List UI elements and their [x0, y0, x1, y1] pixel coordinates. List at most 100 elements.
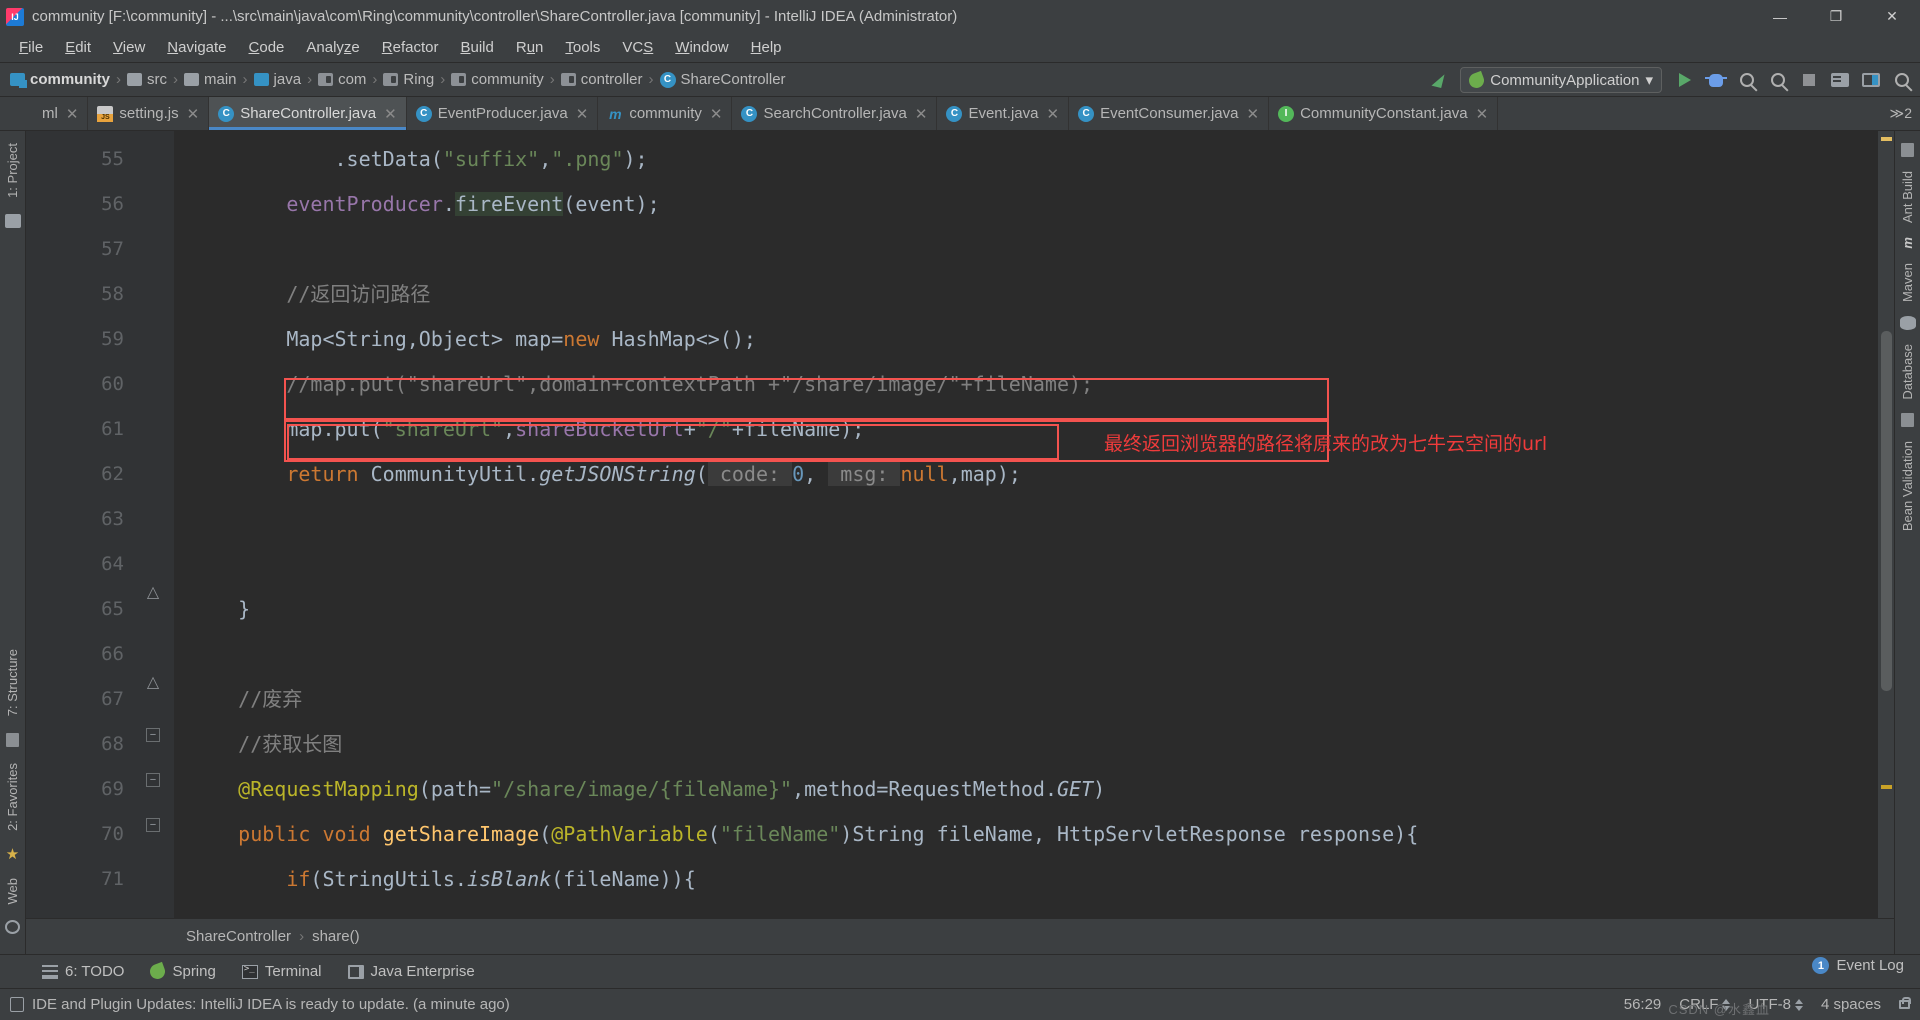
tool-window-todo[interactable]: 6: TODO — [42, 963, 124, 980]
tool-window-event-log[interactable]: 1 Event Log — [1812, 957, 1904, 974]
menu-view[interactable]: View — [102, 36, 156, 59]
breadcrumb-item-controller[interactable]: controller — [560, 71, 643, 88]
sidebar-item-structure[interactable]: 7: Structure — [5, 643, 20, 722]
breadcrumb-item-sharecontroller[interactable]: C ShareController — [659, 71, 786, 88]
menu-navigate[interactable]: Navigate — [156, 36, 237, 59]
fold-brace-icon[interactable]: △ — [146, 585, 160, 601]
breadcrumb-item-community-pkg[interactable]: community — [451, 71, 544, 88]
code-line[interactable] — [174, 227, 1894, 272]
menu-code[interactable]: Code — [238, 36, 296, 59]
tab-searchcontroller-java[interactable]: C SearchController.java ✕ — [732, 97, 938, 130]
breadcrumb-item-com[interactable]: com — [318, 71, 366, 88]
warning-marker[interactable] — [1881, 137, 1892, 141]
structure-icon[interactable] — [6, 732, 19, 747]
warning-marker[interactable] — [1881, 785, 1892, 789]
maven-m-icon[interactable]: m — [1900, 231, 1915, 255]
status-message[interactable]: IDE and Plugin Updates: IntelliJ IDEA is… — [10, 996, 510, 1013]
run-button[interactable] — [1670, 66, 1699, 95]
sidebar-item-ant-build[interactable]: Ant Build — [1900, 165, 1915, 229]
update-project-button[interactable] — [1825, 66, 1854, 95]
close-icon[interactable]: ✕ — [576, 105, 589, 123]
line-number[interactable]: 66 — [26, 632, 134, 677]
tool-window-spring[interactable]: Spring — [148, 961, 216, 982]
scrollbar-thumb[interactable] — [1881, 331, 1892, 691]
breadcrumb-item-ring[interactable]: Ring — [383, 71, 434, 88]
code-line[interactable]: map.put("shareUrl",shareBucketUrl+"/"+fi… — [174, 407, 1894, 452]
line-number[interactable]: 71 — [26, 857, 134, 902]
tab-eventproducer-java[interactable]: C EventProducer.java ✕ — [406, 97, 599, 130]
tab-overflow-controls[interactable]: ≫2 — [1882, 97, 1920, 130]
line-number[interactable]: 70 — [26, 812, 134, 857]
sidebar-item-bean-validation[interactable]: Bean Validation — [1900, 435, 1915, 537]
breadcrumb-class[interactable]: ShareController — [186, 928, 291, 945]
layout-button[interactable] — [1856, 66, 1885, 95]
close-button[interactable]: ✕ — [1864, 0, 1920, 33]
close-icon[interactable]: ✕ — [710, 105, 723, 123]
code-folding-strip[interactable]: △ △ − − − — [134, 131, 174, 918]
line-number[interactable]: 62 — [26, 452, 134, 497]
tab-setting-js[interactable]: setting.js ✕ — [88, 97, 210, 130]
menu-run[interactable]: Run — [505, 36, 555, 59]
tab-communityconstant-java[interactable]: I CommunityConstant.java ✕ — [1269, 97, 1499, 130]
breadcrumb-method[interactable]: share() — [312, 928, 360, 945]
breadcrumb-item-java[interactable]: java — [253, 71, 301, 88]
sidebar-item-project[interactable]: 1: Project — [5, 137, 20, 204]
profile-button[interactable] — [1763, 66, 1792, 95]
tab-eventconsumer-java[interactable]: C EventConsumer.java ✕ — [1069, 97, 1270, 130]
code-line[interactable]: //map.put("shareUrl",domain+contextPath … — [174, 362, 1894, 407]
sidebar-item-favorites[interactable]: 2: Favorites — [5, 757, 20, 837]
line-number[interactable]: 59 — [26, 317, 134, 362]
tab-sharecontroller-java[interactable]: C ShareController.java ✕ — [209, 97, 407, 130]
code-line[interactable]: eventProducer.fireEvent(event); — [174, 182, 1894, 227]
bean-validation-icon[interactable] — [1901, 413, 1914, 428]
code-line[interactable]: Map<String,Object> map=new HashMap<>(); — [174, 317, 1894, 362]
tab-event-java[interactable]: C Event.java ✕ — [937, 97, 1070, 130]
code-line[interactable] — [174, 542, 1894, 587]
tool-window-terminal[interactable]: Terminal — [241, 963, 322, 980]
code-line[interactable] — [174, 632, 1894, 677]
fold-collapse-icon[interactable]: − — [146, 773, 160, 787]
code-line[interactable]: } — [174, 587, 1894, 632]
line-number[interactable]: 60 — [26, 362, 134, 407]
line-number[interactable]: 57 — [26, 227, 134, 272]
maximize-button[interactable]: ❐ — [1808, 0, 1864, 33]
menu-tools[interactable]: Tools — [554, 36, 611, 59]
code-line[interactable]: //获取长图 — [174, 722, 1894, 767]
stop-button[interactable] — [1794, 66, 1823, 95]
sidebar-item-web[interactable]: Web — [5, 872, 20, 911]
code-line[interactable]: //返回访问路径 — [174, 272, 1894, 317]
line-number[interactable]: 69 — [26, 767, 134, 812]
lock-icon[interactable] — [1899, 997, 1911, 1009]
code-text-area[interactable]: .setData("suffix",".png"); eventProducer… — [174, 131, 1894, 918]
close-icon[interactable]: ✕ — [1246, 105, 1259, 123]
line-number[interactable]: 56 — [26, 182, 134, 227]
fold-collapse-icon[interactable]: − — [146, 728, 160, 742]
tab-xml[interactable]: ml ✕ — [0, 97, 89, 130]
close-icon[interactable]: ✕ — [915, 105, 928, 123]
code-line[interactable]: //废弃 — [174, 677, 1894, 722]
line-number[interactable]: 55 — [26, 137, 134, 182]
run-with-coverage-button[interactable] — [1732, 66, 1761, 95]
sidebar-item-database[interactable]: Database — [1900, 338, 1915, 406]
database-icon[interactable] — [1899, 315, 1916, 330]
sidebar-item-maven[interactable]: Maven — [1900, 257, 1915, 308]
line-number[interactable]: 58 — [26, 272, 134, 317]
close-icon[interactable]: ✕ — [1047, 105, 1060, 123]
debug-button[interactable] — [1701, 66, 1730, 95]
code-line[interactable]: public void getShareImage(@PathVariable(… — [174, 812, 1894, 857]
menu-help[interactable]: Help — [740, 36, 793, 59]
menu-window[interactable]: Window — [664, 36, 739, 59]
minimize-button[interactable]: — — [1752, 0, 1808, 33]
code-line[interactable]: .setData("suffix",".png"); — [174, 137, 1894, 182]
code-line[interactable]: @RequestMapping(path="/share/image/{file… — [174, 767, 1894, 812]
favorites-star-icon[interactable]: ★ — [6, 847, 19, 862]
line-number[interactable]: 64 — [26, 542, 134, 587]
close-icon[interactable]: ✕ — [1476, 105, 1489, 123]
indent-selector[interactable]: 4 spaces — [1821, 996, 1881, 1013]
code-line[interactable]: return CommunityUtil.getJSONString( code… — [174, 452, 1894, 497]
project-icon[interactable] — [4, 213, 21, 228]
close-icon[interactable]: ✕ — [66, 105, 79, 123]
line-number[interactable]: 61 — [26, 407, 134, 452]
line-number[interactable]: 63 — [26, 497, 134, 542]
line-number[interactable]: 68 — [26, 722, 134, 767]
